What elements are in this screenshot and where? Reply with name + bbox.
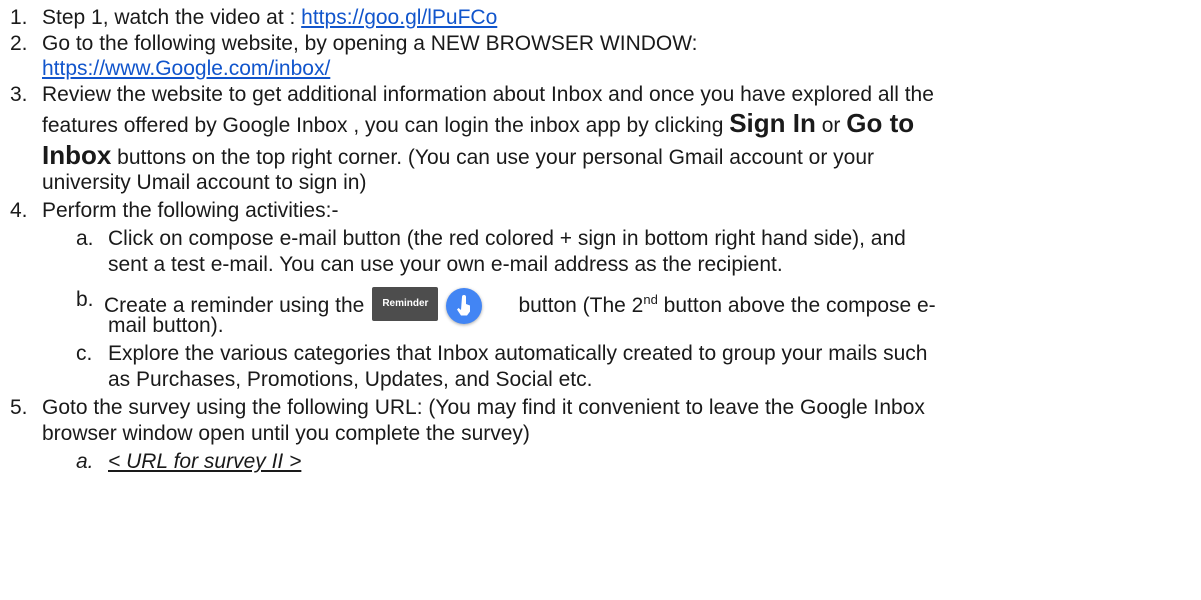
list-item-4: 4. Perform the following activities:- — [10, 198, 338, 224]
go-to-label: Go to — [846, 108, 915, 138]
item-number: 4. — [10, 199, 28, 222]
list-item-2: 2. Go to the following website, by openi… — [10, 31, 698, 57]
inbox-label: Inbox — [42, 140, 112, 170]
list-item-5: 5. Goto the survey using the following U… — [10, 395, 925, 421]
reminder-button-image: Reminder — [372, 287, 439, 321]
item-text: Go to the following website, by opening … — [42, 32, 698, 55]
subitem-letter: b. — [76, 288, 94, 311]
subitem-letter: a. — [76, 227, 94, 250]
subitem-c-line2: as Purchases, Promotions, Updates, and S… — [108, 368, 593, 391]
subitem-b: b. Create a reminder using the Reminder bu… — [76, 287, 936, 325]
list-item-3: 3. Review the website to get additional … — [10, 82, 934, 108]
subitem-letter: c. — [76, 342, 93, 365]
sign-in-label: Sign In — [729, 108, 816, 138]
item-number: 2. — [10, 32, 28, 55]
item-text: Perform the following activities:- — [42, 199, 339, 222]
superscript: nd — [643, 292, 658, 307]
item-number: 1. — [10, 6, 28, 29]
subitem-text: button above the compose e- — [657, 294, 936, 317]
survey-subitem: a. < URL for survey II > — [76, 449, 301, 475]
survey-url-link[interactable]: < URL for survey II > — [108, 449, 301, 475]
inbox-website-link[interactable]: https://www.Google.com/inbox/ — [42, 57, 330, 80]
subitem-text: Click on compose e-mail button (the red … — [108, 227, 906, 250]
item-5-line2: browser window open until you complete t… — [42, 422, 530, 445]
subitem-text: button (The 2 — [518, 294, 644, 317]
item-text-line1: Goto the survey using the following URL:… — [42, 396, 925, 419]
or-text: or — [815, 114, 847, 137]
item-3-line3: Inbox buttons on the top right corner. (… — [42, 142, 874, 171]
subitem-b-line2: mail button). — [108, 314, 224, 337]
item-text: buttons on the top right corner. (You ca… — [111, 146, 875, 169]
item-number: 3. — [10, 83, 28, 106]
subitem-letter: a. — [76, 450, 94, 473]
hand-pointer-icon — [446, 288, 483, 325]
subitem-a-line2: sent a test e-mail. You can use your own… — [108, 253, 783, 276]
subitem-c: c. Explore the various categories that I… — [76, 341, 927, 367]
list-item-1: 1. Step 1, watch the video at : https://… — [10, 5, 497, 31]
video-link[interactable]: https://goo.gl/lPuFCo — [301, 6, 497, 29]
subitem-text: Explore the various categories that Inbo… — [108, 342, 928, 365]
item-3-line4: university Umail account to sign in) — [42, 171, 367, 194]
item-text: features offered by Google Inbox , you c… — [42, 114, 730, 137]
subitem-a: a. Click on compose e-mail button (the r… — [76, 226, 906, 252]
item-text-line1: Review the website to get additional inf… — [42, 83, 934, 106]
item-3-line2: features offered by Google Inbox , you c… — [42, 110, 914, 139]
item-number: 5. — [10, 396, 28, 419]
item-text: Step 1, watch the video at : — [42, 6, 302, 29]
